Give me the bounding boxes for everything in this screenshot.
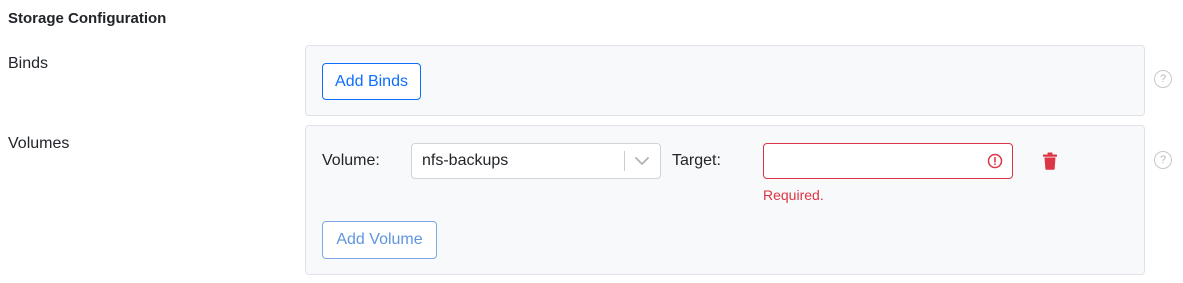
volume-select-value: nfs-backups xyxy=(422,152,509,169)
select-separator xyxy=(624,151,625,171)
target-error-text: Required. xyxy=(763,187,824,203)
volumes-help-icon[interactable]: ? xyxy=(1154,151,1172,169)
target-field-label: Target: xyxy=(672,152,721,169)
volumes-panel: Volume: nfs-backups Target: Required. Ad… xyxy=(305,125,1145,275)
volume-select[interactable]: nfs-backups xyxy=(411,143,661,179)
volumes-label: Volumes xyxy=(8,135,70,152)
add-volume-button[interactable]: Add Volume xyxy=(322,221,437,259)
trash-icon[interactable] xyxy=(1042,152,1058,170)
alert-circle-icon xyxy=(987,153,1003,169)
volume-field-label: Volume: xyxy=(322,152,380,169)
binds-panel: Add Binds xyxy=(305,45,1145,116)
add-binds-button[interactable]: Add Binds xyxy=(322,63,421,100)
target-input[interactable] xyxy=(763,143,1013,179)
section-title: Storage Configuration xyxy=(8,10,167,27)
binds-label: Binds xyxy=(8,55,49,72)
chevron-down-icon[interactable] xyxy=(631,152,653,170)
binds-help-icon[interactable]: ? xyxy=(1154,70,1172,88)
